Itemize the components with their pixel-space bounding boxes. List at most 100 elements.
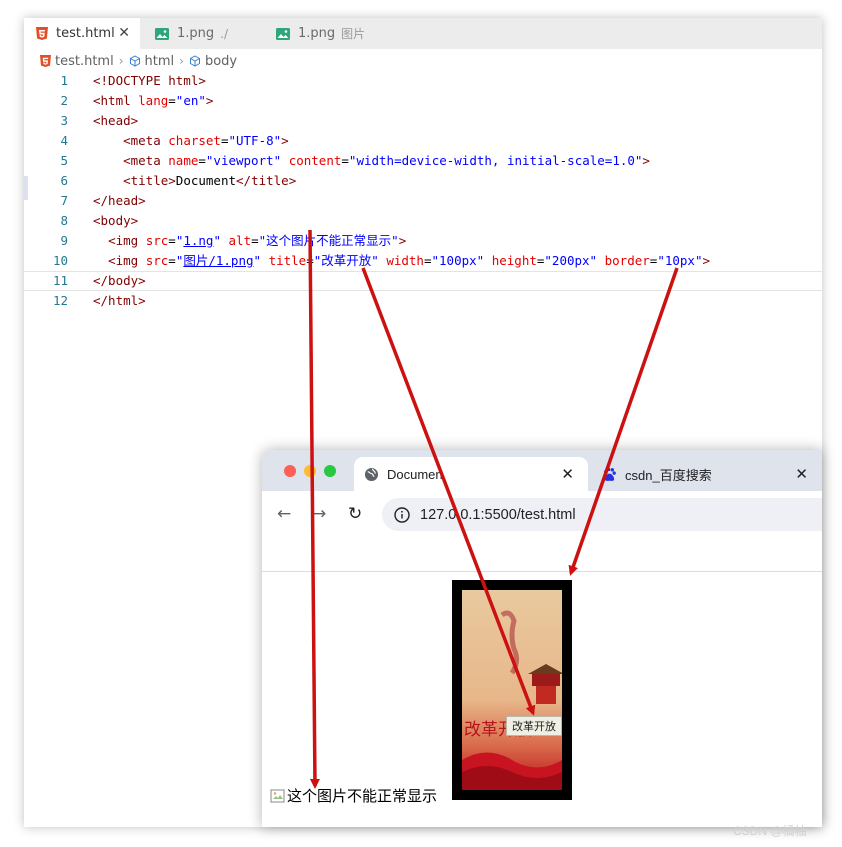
broken-image: 这个图片不能正常显示 — [270, 785, 437, 806]
code-token: 图片/1.png — [183, 253, 254, 268]
breadcrumb-file[interactable]: test.html — [55, 54, 114, 69]
code-token: > — [205, 93, 214, 108]
address-bar[interactable]: 127.0.0.1:5500/test.html — [382, 498, 822, 531]
tab-path-hint: ./ — [220, 26, 229, 41]
html5-icon — [40, 55, 51, 67]
line-number: 5 — [60, 153, 68, 168]
line-number: 8 — [60, 213, 68, 228]
code-line[interactable]: 6 <title>Document</title> — [24, 171, 822, 191]
code-token: "10px" — [657, 253, 703, 268]
code-token: lang — [138, 93, 169, 108]
editor-tab-bar: test.html ✕ 1.png ./ 1.png 图片 — [24, 18, 822, 49]
close-window-button[interactable] — [284, 465, 296, 477]
watermark: CSDN @橘柚 — [733, 824, 807, 838]
code-token: = — [168, 233, 176, 248]
code-token: > — [281, 133, 289, 148]
bordered-image[interactable]: 改革开放 — [452, 580, 572, 800]
code-text: </head> — [93, 191, 146, 211]
code-token: "viewport" — [205, 153, 282, 168]
close-icon[interactable]: ✕ — [561, 465, 574, 483]
code-token: width — [386, 253, 424, 268]
code-token: <meta — [123, 153, 169, 168]
browser-tab-label: Documen — [387, 466, 443, 482]
back-arrow-icon[interactable]: ← — [277, 504, 291, 524]
globe-icon — [364, 467, 379, 482]
tab-test-html[interactable]: test.html ✕ — [24, 18, 140, 49]
code-token: </head> — [93, 193, 146, 208]
code-line[interactable]: 8 <body> — [24, 211, 822, 231]
tab-1-png[interactable]: 1.png ./ — [143, 18, 261, 49]
code-token: src — [145, 253, 169, 268]
code-token: </title> — [236, 173, 297, 188]
code-token: "width=device-width, initial-scale=1.0" — [348, 153, 643, 168]
url-text: 127.0.0.1:5500/test.html — [420, 506, 576, 523]
code-line[interactable]: 5 <meta name="viewport" content="width=d… — [24, 151, 822, 171]
minimize-window-button[interactable] — [304, 465, 316, 477]
code-line[interactable]: 11 </body> — [24, 271, 822, 291]
browser-window: Documen ✕ csdn_百度搜索 ✕ ← → ↻ 127.0.0.1:55… — [262, 450, 822, 827]
code-token: "en" — [175, 93, 206, 108]
html5-icon — [36, 27, 48, 40]
code-token: = — [341, 153, 349, 168]
tab-1-png-images[interactable]: 1.png 图片 — [264, 18, 385, 49]
code-text: <meta charset="UTF-8"> — [93, 131, 289, 151]
breadcrumb-html[interactable]: html — [145, 54, 175, 69]
code-token: 1.ng — [183, 233, 214, 248]
reload-icon[interactable]: ↻ — [348, 504, 362, 524]
code-text: <head> — [93, 111, 138, 131]
code-token: </body> — [93, 273, 146, 288]
code-token: <!DOCTYPE html> — [93, 73, 206, 88]
code-line[interactable]: 9 <img src="1.ng" alt="这个图片不能正常显示"> — [24, 231, 822, 251]
code-text: <html lang="en"> — [93, 91, 213, 111]
image-icon — [276, 27, 290, 40]
code-token: charset — [168, 133, 221, 148]
code-line[interactable]: 4 <meta charset="UTF-8"> — [24, 131, 822, 151]
code-line[interactable]: 12 </html> — [24, 291, 822, 311]
browser-tab-document[interactable]: Documen ✕ — [354, 457, 588, 491]
code-line[interactable]: 10 <img src="图片/1.png" title="改革开放" widt… — [24, 251, 822, 271]
code-token: </html> — [93, 293, 146, 308]
code-area[interactable]: 1 <!DOCTYPE html> 2 <html lang="en"> 3 <head>… — [24, 71, 822, 311]
info-icon[interactable] — [394, 506, 410, 523]
code-token: Document — [175, 173, 237, 188]
image-title-tooltip: 改革开放 — [506, 716, 562, 736]
tab-path-hint: 图片 — [341, 27, 366, 41]
code-line[interactable]: 3 <head> — [24, 111, 822, 131]
code-token: " — [213, 233, 221, 248]
code-token: > — [642, 153, 650, 168]
forward-arrow-icon[interactable]: → — [312, 504, 326, 524]
line-number: 2 — [60, 93, 68, 108]
close-icon[interactable]: ✕ — [118, 25, 130, 41]
code-token: "改革开放" — [313, 253, 379, 268]
line-number: 4 — [60, 133, 68, 148]
chevron-right-icon: › — [179, 54, 184, 68]
code-token: > — [702, 253, 710, 268]
code-text: <title>Document</title> — [93, 171, 296, 191]
code-token: = — [251, 233, 259, 248]
reform-poster-image: 改革开放 — [462, 590, 562, 790]
tab-label: 1.png — [177, 26, 215, 41]
code-token: <html — [93, 93, 139, 108]
code-token: <body> — [93, 213, 139, 228]
code-token: = — [168, 253, 176, 268]
code-line[interactable]: 7 </head> — [24, 191, 822, 211]
maximize-window-button[interactable] — [324, 465, 336, 477]
browser-tab-csdn[interactable]: csdn_百度搜索 ✕ — [596, 457, 822, 491]
breadcrumb: test.html › html › body — [40, 52, 237, 70]
cube-icon — [129, 55, 141, 67]
code-token: src — [145, 233, 169, 248]
content-divider — [262, 571, 822, 572]
code-line[interactable]: 2 <html lang="en"> — [24, 91, 822, 111]
code-token: = — [198, 153, 206, 168]
code-token: content — [288, 153, 342, 168]
code-line[interactable]: 1 <!DOCTYPE html> — [24, 71, 822, 91]
close-icon[interactable]: ✕ — [795, 465, 808, 483]
breadcrumb-body[interactable]: body — [205, 54, 237, 69]
